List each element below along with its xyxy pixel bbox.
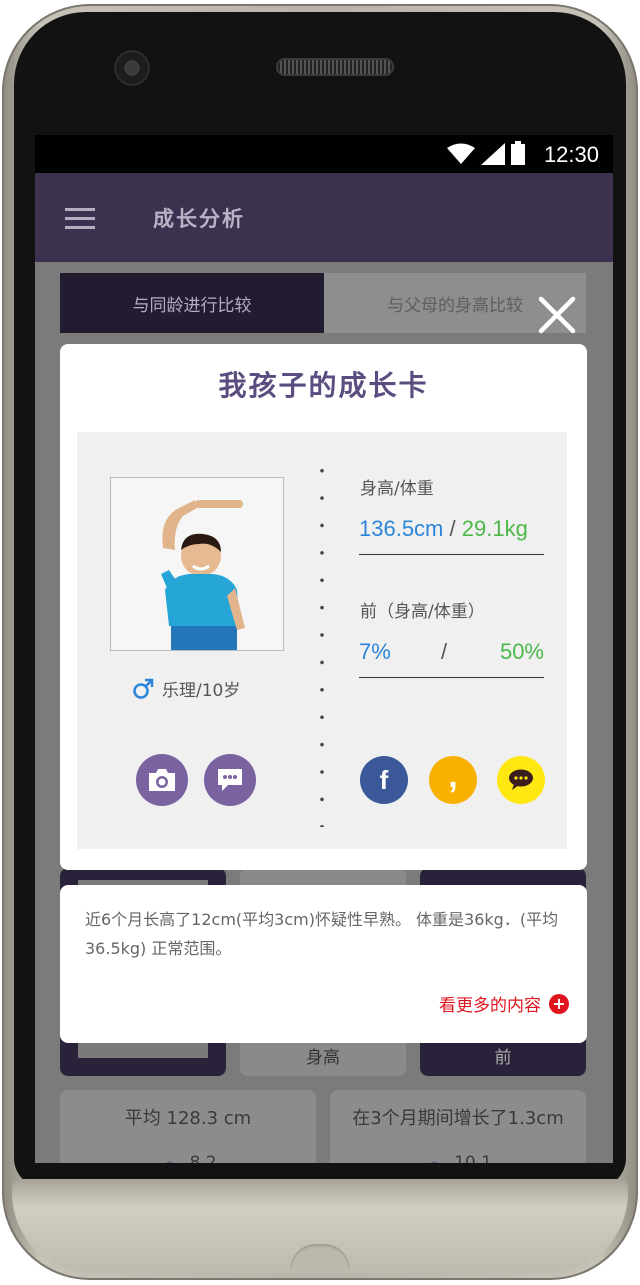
stat-growth-text: 在3个月期间增长了1.3cm (352, 1108, 564, 1129)
height-percentile: 7% (359, 639, 391, 664)
growth-summary-panel: 近6个月长高了12cm(平均3cm)怀疑性早熟。 体重是36kg．(平均36.5… (60, 885, 587, 1043)
dotted-divider (320, 457, 324, 827)
height-weight-label: 身高/体重 (360, 479, 434, 499)
stat-average-text: 平均 128.3 cm (124, 1108, 252, 1129)
separator: / (449, 516, 456, 541)
earpiece-speaker (276, 58, 394, 76)
kakaostory-icon: , (448, 757, 458, 795)
growth-card: 乐理/10岁 身高/体重 136.5cm / 29.1kg 前（身高/体重） 7… (77, 432, 567, 849)
height-value: 136.5cm (359, 516, 444, 541)
close-icon[interactable] (535, 293, 579, 337)
chevron-up-icon: ︽ (424, 1149, 445, 1163)
status-bar: 12:30 (35, 135, 613, 173)
child-photo[interactable] (110, 477, 284, 651)
weight-percentile: 50% (499, 639, 544, 664)
chevron-up-icon: ︽ (159, 1149, 180, 1163)
percentile-separator: / (441, 639, 448, 664)
status-time: 12:30 (543, 142, 599, 167)
app-bar: 成长分析 (35, 173, 613, 262)
stat-growth-value-row: ︽ 10.1 (330, 1145, 586, 1163)
child-info: 乐理/10岁 (132, 676, 240, 701)
growth-card-modal: 我孩子的成长卡 乐理/10岁 身高/体重 136.5cm / 29.1kg 前（… (60, 344, 587, 870)
plus-icon: + (549, 993, 569, 1014)
front-camera-icon (114, 50, 150, 86)
share-facebook-button[interactable]: f (360, 756, 408, 804)
kakaotalk-icon (509, 769, 533, 790)
message-button[interactable] (204, 754, 256, 806)
percentile-values: 7% / 50% (359, 639, 544, 678)
app-title: 成长分析 (153, 207, 245, 231)
modal-title: 我孩子的成长卡 (218, 369, 429, 402)
weight-value: 29.1kg (461, 516, 528, 541)
message-icon (218, 769, 242, 791)
stat-card-average: 平均 128.3 cm ︽ 8.2 (60, 1090, 316, 1163)
status-icons (447, 141, 525, 165)
stat-average-value-row: ︽ 8.2 (60, 1145, 316, 1163)
battery-icon (511, 141, 525, 165)
camera-icon (149, 769, 175, 791)
growth-summary-text: 近6个月长高了12cm(平均3cm)怀疑性早熟。 体重是36kg．(平均36.5… (85, 910, 559, 958)
child-name-age: 乐理/10岁 (162, 681, 241, 701)
child-photo-image (111, 478, 283, 650)
height-weight-values: 136.5cm / 29.1kg (359, 516, 544, 555)
stat-average-value: 8.2 (189, 1153, 217, 1163)
see-more-link[interactable]: 看更多的内容 + (439, 991, 569, 1016)
camera-button[interactable] (136, 754, 188, 806)
see-more-label: 看更多的内容 (439, 996, 541, 1016)
percentile-label: 前（身高/体重） (360, 602, 485, 622)
bg-card-right-label: 前 (494, 1048, 512, 1068)
share-kakaotalk-button[interactable] (497, 756, 545, 804)
screen: 12:30 成长分析 与同龄进行比较 与父母的身高比较 身高 前 平均 128.… (35, 135, 613, 1163)
share-kakaostory-button[interactable]: , (429, 756, 477, 804)
signal-icon (481, 143, 505, 165)
stat-growth-value: 10.1 (454, 1153, 492, 1163)
wifi-icon (447, 143, 475, 164)
facebook-icon: f (379, 764, 389, 795)
stat-card-growth: 在3个月期间增长了1.3cm ︽ 10.1 (330, 1090, 586, 1163)
bg-card-middle-label: 身高 (306, 1048, 340, 1068)
menu-icon[interactable] (65, 208, 95, 230)
tab-same-age[interactable]: 与同龄进行比较 (60, 273, 324, 333)
male-icon (133, 678, 154, 699)
